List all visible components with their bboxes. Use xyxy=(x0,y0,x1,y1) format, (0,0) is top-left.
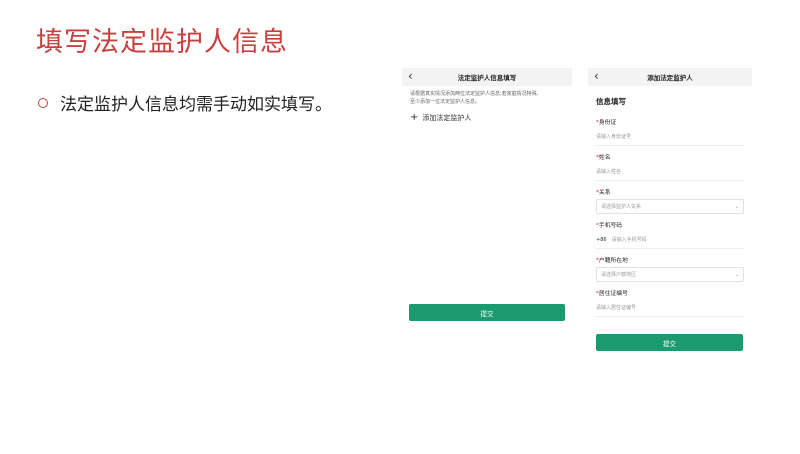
slide-title: 填写法定监护人信息 xyxy=(36,27,288,58)
plus-icon: + xyxy=(410,112,419,123)
chevron-down-icon: ⌄ xyxy=(734,271,739,278)
navbar: ‹ 添加法定监护人 xyxy=(588,68,752,86)
bullet-row: 法定监护人信息均需手动如实填写。 xyxy=(38,90,332,115)
back-chevron-icon[interactable]: ‹ xyxy=(594,69,599,83)
name-label: 姓名 xyxy=(598,155,611,161)
relation-placeholder: 请选择监护人关系 xyxy=(601,204,642,210)
phone-placeholder: 请输入手机号码 xyxy=(611,237,647,243)
phone-label: 手机号码 xyxy=(598,223,623,229)
id-input[interactable]: 请输入身份证号 xyxy=(596,130,744,146)
name-field: *姓名 请输入姓名 xyxy=(588,152,752,181)
relation-field: *关系 请选择监护人关系 ⌄ xyxy=(588,187,752,214)
phone-input[interactable]: +86 请输入手机号码 xyxy=(596,233,744,249)
residence-input[interactable]: 请输入居住证编号 xyxy=(596,301,744,317)
nav-title: 添加法定监护人 xyxy=(647,74,693,82)
hukou-label: 户籍所在地 xyxy=(598,258,628,264)
name-input[interactable]: 请输入姓名 xyxy=(596,165,744,181)
phone-field: *手机号码 +86 请输入手机号码 xyxy=(588,220,752,249)
hukou-field: *户籍所在地 请选择户籍地区 ⌄ xyxy=(588,255,752,282)
hukou-select[interactable]: 请选择户籍地区 ⌄ xyxy=(596,267,744,282)
id-label: 身份证 xyxy=(598,120,617,126)
chevron-down-icon: ⌄ xyxy=(734,203,739,210)
submit-button[interactable]: 提交 xyxy=(409,304,565,321)
section-title: 信息填写 xyxy=(596,97,626,106)
add-guardian-screen: ‹ 添加法定监护人 信息填写 *身份证 请输入身份证号 *姓名 请输入姓名 *关… xyxy=(588,68,752,358)
back-chevron-icon[interactable]: ‹ xyxy=(408,69,413,83)
nav-title: 法定监护人信息填写 xyxy=(457,74,517,82)
residence-field: *居住证编号 请输入居住证编号 xyxy=(588,288,752,317)
id-field: *身份证 请输入身份证号 xyxy=(588,117,752,146)
bullet-text: 法定监护人信息均需手动如实填写。 xyxy=(60,95,332,115)
navbar: ‹ 法定监护人信息填写 xyxy=(402,68,572,86)
description-line: 至少添加一位法定监护人信息。 xyxy=(410,99,481,105)
bullet-circle-icon xyxy=(38,97,48,108)
relation-select[interactable]: 请选择监护人关系 ⌄ xyxy=(596,199,744,214)
hukou-placeholder: 请选择户籍地区 xyxy=(601,272,637,278)
phone-prefix: +86 xyxy=(596,236,607,243)
residence-label: 居住证编号 xyxy=(598,291,628,297)
add-guardian-button[interactable]: + 添加法定监护人 xyxy=(402,106,572,130)
description: 请根据真实情况添加两位法定监护人信息;若家庭情况特殊, 至少添加一位法定监护人信… xyxy=(402,86,572,106)
relation-label: 关系 xyxy=(598,190,611,196)
description-line: 请根据真实情况添加两位法定监护人信息;若家庭情况特殊, xyxy=(410,91,539,97)
submit-button[interactable]: 提交 xyxy=(596,334,743,351)
add-guardian-label: 添加法定监护人 xyxy=(422,114,472,122)
guardian-info-screen: ‹ 法定监护人信息填写 请根据真实情况添加两位法定监护人信息;若家庭情况特殊, … xyxy=(402,68,572,328)
